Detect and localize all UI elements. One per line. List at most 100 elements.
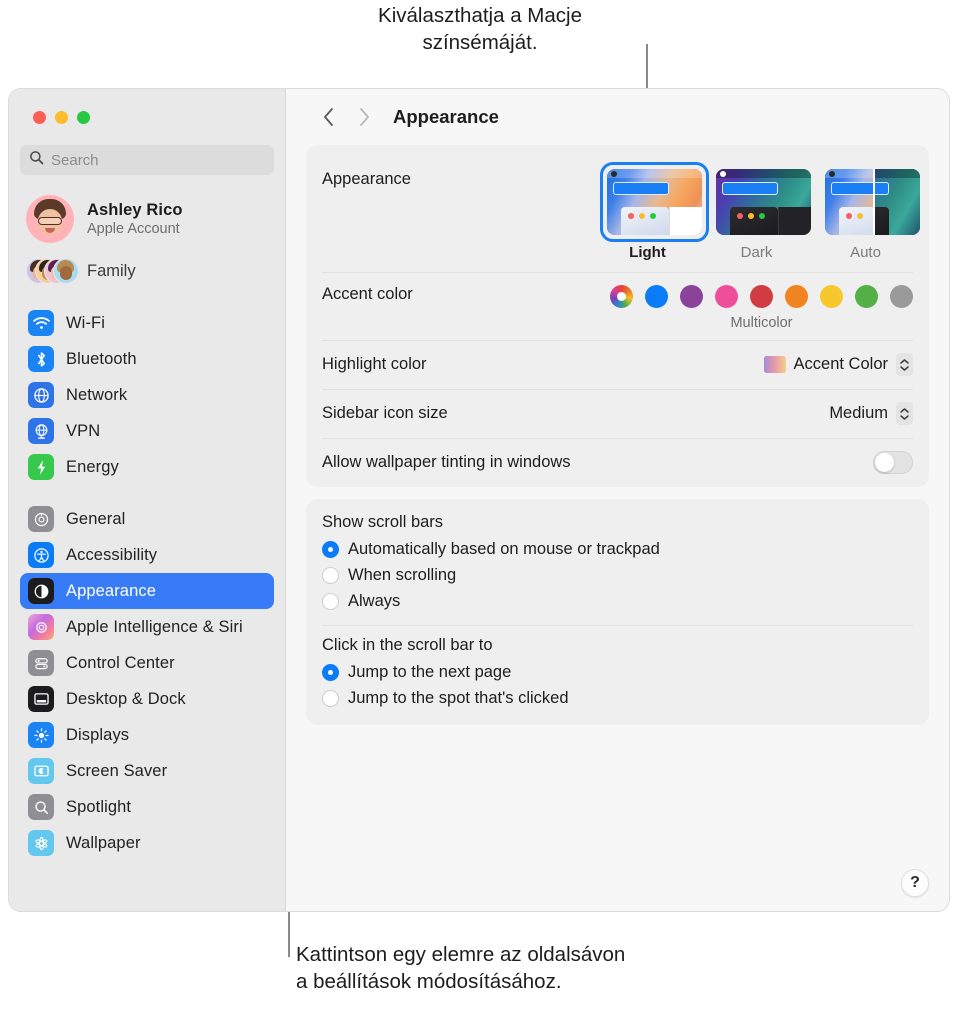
- highlight-color-swatch: [763, 356, 786, 373]
- radio-button[interactable]: [322, 663, 339, 681]
- sidebar-item-energy[interactable]: Energy: [20, 449, 274, 485]
- sidebar-group-connectivity: Wi-Fi Bluetooth Network VPN Energy: [20, 305, 274, 485]
- back-button[interactable]: [317, 106, 339, 128]
- minimize-button[interactable]: [55, 111, 68, 124]
- sidebar-item-apple-intelligence-siri[interactable]: Apple Intelligence & Siri: [20, 609, 274, 645]
- dark-thumbnail: [716, 169, 811, 235]
- radio-scroll-when-scrolling[interactable]: When scrolling: [322, 562, 913, 588]
- accent-swatch-orange[interactable]: [785, 285, 808, 308]
- sidebar-item-label: Wi-Fi: [66, 313, 105, 332]
- bluetooth-icon: [28, 346, 54, 372]
- traffic-lights: [20, 89, 274, 145]
- control-center-icon: [28, 650, 54, 676]
- system-settings-window: Ashley Rico Apple Account Family Wi-Fi: [8, 88, 950, 912]
- accent-swatch-graphite[interactable]: [890, 285, 913, 308]
- wifi-icon: [28, 310, 54, 336]
- sidebar-icon-size-value: Medium: [829, 404, 888, 422]
- wallpaper-tinting-row: Allow wallpaper tinting in windows: [322, 438, 913, 487]
- wallpaper-tinting-label: Allow wallpaper tinting in windows: [322, 453, 571, 471]
- accent-swatch-pink[interactable]: [715, 285, 738, 308]
- siri-icon: [28, 614, 54, 640]
- sidebar-item-control-center[interactable]: Control Center: [20, 645, 274, 681]
- sidebar-item-label: Desktop & Dock: [66, 689, 186, 708]
- accent-swatch-multicolor[interactable]: [610, 285, 633, 308]
- radio-label: Jump to the next page: [348, 662, 512, 681]
- help-button[interactable]: ?: [901, 869, 929, 897]
- search-input[interactable]: [51, 151, 265, 169]
- sidebar-icon-size-control[interactable]: Medium: [829, 402, 913, 425]
- sidebar-item-label: Spotlight: [66, 797, 132, 816]
- radio-button[interactable]: [322, 566, 339, 584]
- sidebar-item-bluetooth[interactable]: Bluetooth: [20, 341, 274, 377]
- sidebar-item-general[interactable]: General: [20, 501, 274, 537]
- close-button[interactable]: [33, 111, 46, 124]
- spotlight-icon: [28, 794, 54, 820]
- search-icon: [29, 150, 44, 170]
- accent-swatch-purple[interactable]: [680, 285, 703, 308]
- sidebar-item-label: General: [66, 509, 126, 528]
- highlight-color-row: Highlight color Accent Color: [322, 340, 913, 389]
- accent-swatch-green[interactable]: [855, 285, 878, 308]
- desktop-dock-icon: [28, 686, 54, 712]
- screen-saver-icon: [28, 758, 54, 784]
- sidebar-item-wallpaper[interactable]: Wallpaper: [20, 825, 274, 861]
- appearance-mode-row: Appearance Light Dark Auto: [322, 145, 920, 272]
- callout-top-text: Kiválaszthatja a Macje színsémáját.: [378, 4, 582, 55]
- sidebar-item-label: Apple Intelligence & Siri: [66, 617, 243, 636]
- sidebar-item-desktop-and-dock[interactable]: Desktop & Dock: [20, 681, 274, 717]
- radio-button[interactable]: [322, 540, 339, 558]
- auto-thumbnail: [825, 169, 920, 235]
- mode-label: Auto: [850, 244, 881, 261]
- accent-selected-label: Multicolor: [730, 315, 793, 331]
- chevron-updown-icon[interactable]: [896, 402, 913, 425]
- sidebar-item-spotlight[interactable]: Spotlight: [20, 789, 274, 825]
- forward-button[interactable]: [353, 106, 375, 128]
- appearance-icon: [28, 578, 54, 604]
- radio-scroll-always[interactable]: Always: [322, 588, 913, 614]
- sidebar-item-label: Accessibility: [66, 545, 158, 564]
- sidebar-nav: Wi-Fi Bluetooth Network VPN Energy Gener…: [20, 305, 274, 861]
- sidebar-item-network[interactable]: Network: [20, 377, 274, 413]
- sidebar-item-vpn[interactable]: VPN: [20, 413, 274, 449]
- sidebar-icon-size-row: Sidebar icon size Medium: [322, 389, 913, 438]
- sidebar-item-label: Energy: [66, 457, 119, 476]
- wallpaper-tinting-toggle[interactable]: [873, 451, 913, 474]
- family-row[interactable]: Family: [20, 251, 274, 291]
- radio-label: When scrolling: [348, 565, 457, 584]
- radio-button[interactable]: [322, 592, 339, 610]
- page-title: Appearance: [393, 106, 499, 127]
- search-field[interactable]: [20, 145, 274, 175]
- show-scroll-bars-title: Show scroll bars: [322, 513, 444, 531]
- radio-click-spot-clicked[interactable]: Jump to the spot that's clicked: [322, 685, 913, 711]
- highlight-color-label: Highlight color: [322, 355, 427, 373]
- mode-label: Dark: [740, 244, 773, 261]
- chevron-updown-icon[interactable]: [896, 353, 913, 376]
- sidebar-item-screen-saver[interactable]: Screen Saver: [20, 753, 274, 789]
- sidebar-item-wifi[interactable]: Wi-Fi: [20, 305, 274, 341]
- accent-swatch-red[interactable]: [750, 285, 773, 308]
- pane-titlebar: Appearance: [306, 89, 929, 145]
- accent-swatch-blue[interactable]: [645, 285, 668, 308]
- radio-label: Automatically based on mouse or trackpad: [348, 539, 660, 558]
- account-row[interactable]: Ashley Rico Apple Account: [20, 189, 274, 249]
- sidebar-item-accessibility[interactable]: Accessibility: [20, 537, 274, 573]
- gear-icon: [28, 506, 54, 532]
- radio-scroll-automatic[interactable]: Automatically based on mouse or trackpad: [322, 536, 913, 562]
- scroll-click-title: Click in the scroll bar to: [322, 636, 493, 654]
- accent-swatch-yellow[interactable]: [820, 285, 843, 308]
- radio-click-next-page[interactable]: Jump to the next page: [322, 659, 913, 685]
- radio-button[interactable]: [322, 689, 339, 707]
- appearance-settings-card: Appearance Light Dark Auto Accent color …: [306, 145, 929, 487]
- sidebar-item-label: Wallpaper: [66, 833, 141, 852]
- zoom-button[interactable]: [77, 111, 90, 124]
- accessibility-icon: [28, 542, 54, 568]
- appearance-mode-light[interactable]: Light: [600, 162, 709, 261]
- mode-label: Light: [629, 244, 666, 261]
- appearance-mode-dark[interactable]: Dark: [709, 162, 811, 261]
- sidebar-item-label: Bluetooth: [66, 349, 137, 368]
- appearance-mode-auto[interactable]: Auto: [818, 162, 920, 261]
- sidebar-item-label: Displays: [66, 725, 130, 744]
- highlight-color-control[interactable]: Accent Color: [763, 353, 913, 376]
- sidebar-item-appearance[interactable]: Appearance: [20, 573, 274, 609]
- sidebar-item-displays[interactable]: Displays: [20, 717, 274, 753]
